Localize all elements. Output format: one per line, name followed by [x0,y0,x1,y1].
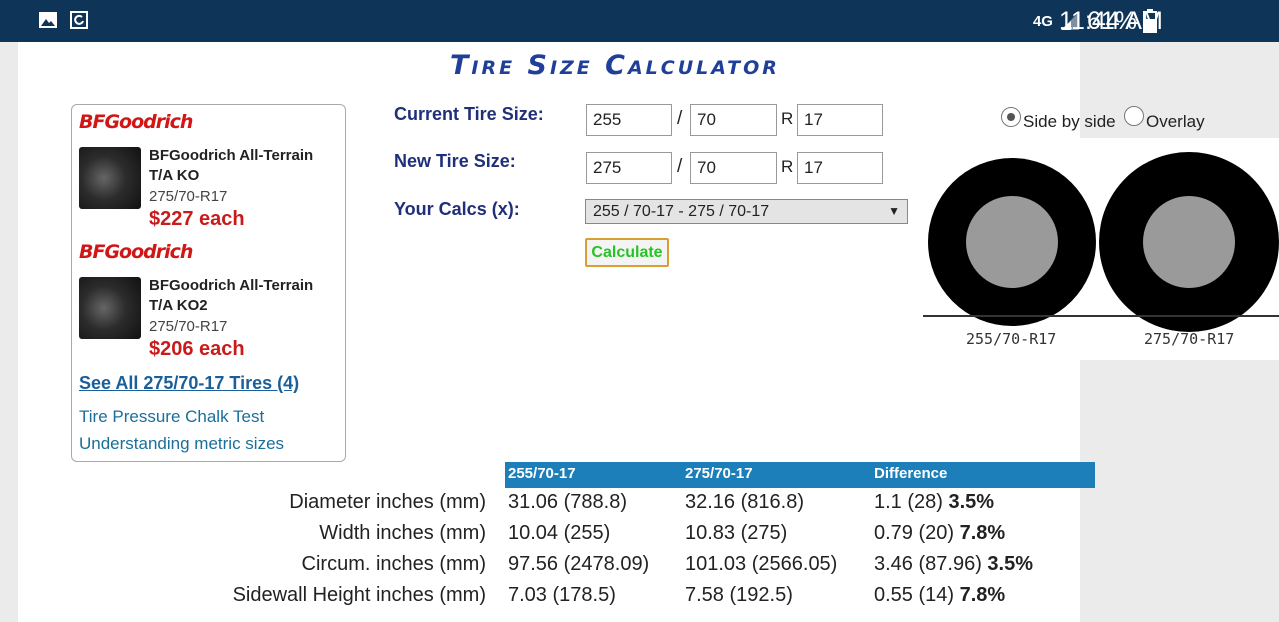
tire-diagram-svg [923,152,1279,332]
radio-selected-dot [1007,113,1015,121]
current-size-label: Current Tire Size: [394,104,544,124]
see-all-tires-link[interactable]: See All 275/70-17 Tires (4) [79,373,299,394]
tire-image[interactable] [79,277,141,339]
col-header-new: 275/70-17 [685,465,753,482]
col-header-current: 255/70-17 [508,465,576,482]
current-tire-label: 255/70-R17 [966,330,1057,348]
calculate-button[interactable]: Calculate [585,238,669,267]
rim-prefix: R [781,109,794,128]
row-label: Circum. inches (mm) [301,553,486,575]
product-price: $227 each [149,208,245,230]
difference-percent: 7.8% [959,584,1006,606]
side-by-side-label[interactable]: Side by side [1023,112,1116,132]
overlay-radio[interactable] [1124,106,1144,126]
current-value: 31.06 (788.8) [508,491,627,513]
dropdown-arrow-icon: ▼ [888,204,900,218]
product-name[interactable]: BFGoodrich All-Terrain T/A KO [149,146,339,186]
brand-logo[interactable]: BFGoodrich [79,241,193,263]
difference-percent: 3.5% [948,491,995,513]
separator: / [677,156,683,177]
page-title: Tire Size Calculator [450,50,780,81]
row-label: Diameter inches (mm) [289,491,486,513]
tire-ad-box: BFGoodrich BFGoodrich All-Terrain T/A KO… [71,104,346,462]
new-tire-label: 275/70-R17 [1144,330,1235,348]
separator: / [677,108,683,129]
tire-image[interactable] [79,147,141,209]
difference-percent: 3.5% [987,553,1034,575]
new-value: 32.16 (816.8) [685,491,804,513]
chalk-test-link[interactable]: Tire Pressure Chalk Test [79,407,264,427]
status-bar: 4G 61% 11:44 AM [0,0,1279,42]
current-rim-input[interactable]: 17 [797,104,883,136]
sync-icon [70,11,88,29]
product-size: 275/70-R17 [149,188,228,205]
current-value: 10.04 (255) [508,522,611,544]
difference-amount: 0.55 (14) [874,584,955,606]
difference-value: 0.79 (20) 7.8% [874,522,1005,545]
calcs-selected-value: 255 / 70-17 - 275 / 70-17 [593,203,770,220]
current-tire-rim [966,196,1058,288]
difference-amount: 0.79 (20) [874,522,955,544]
metric-sizes-link[interactable]: Understanding metric sizes [79,434,284,454]
calcs-select[interactable]: 255 / 70-17 - 275 / 70-17 ▼ [585,199,908,224]
current-width-input[interactable]: 255 [586,104,672,136]
image-icon [39,12,57,28]
brand-logo[interactable]: BFGoodrich [79,111,193,133]
product-price: $206 each [149,338,245,360]
difference-amount: 3.46 (87.96) [874,553,982,575]
calcs-label: Your Calcs (x): [394,199,520,219]
clock: 11:44 AM [1059,7,1163,35]
tire-comparison-diagram: 255/70-R17 275/70-R17 [923,138,1279,360]
side-by-side-radio[interactable] [1001,107,1021,127]
product-name[interactable]: BFGoodrich All-Terrain T/A KO2 [149,276,339,316]
new-value: 7.58 (192.5) [685,584,793,606]
current-value: 7.03 (178.5) [508,584,616,606]
new-tire-rim [1143,196,1235,288]
new-rim-input[interactable]: 17 [797,152,883,184]
difference-percent: 7.8% [959,522,1006,544]
difference-amount: 1.1 (28) [874,491,943,513]
row-label: Sidewall Height inches (mm) [232,584,486,606]
rim-prefix: R [781,157,794,176]
product-size: 275/70-R17 [149,318,228,335]
current-ratio-input[interactable]: 70 [690,104,777,136]
new-size-label: New Tire Size: [394,151,516,171]
difference-value: 1.1 (28) 3.5% [874,491,994,514]
new-width-input[interactable]: 275 [586,152,672,184]
new-ratio-input[interactable]: 70 [690,152,777,184]
results-table-header: 255/70-17 275/70-17 Difference [505,462,1095,488]
new-value: 10.83 (275) [685,522,788,544]
difference-value: 3.46 (87.96) 3.5% [874,553,1033,576]
overlay-label[interactable]: Overlay [1146,112,1205,132]
network-type: 4G [1032,12,1053,30]
col-header-difference: Difference [874,465,948,482]
difference-value: 0.55 (14) 7.8% [874,584,1005,607]
new-value: 101.03 (2566.05) [685,553,838,575]
row-label: Width inches (mm) [319,522,486,544]
current-value: 97.56 (2478.09) [508,553,650,575]
